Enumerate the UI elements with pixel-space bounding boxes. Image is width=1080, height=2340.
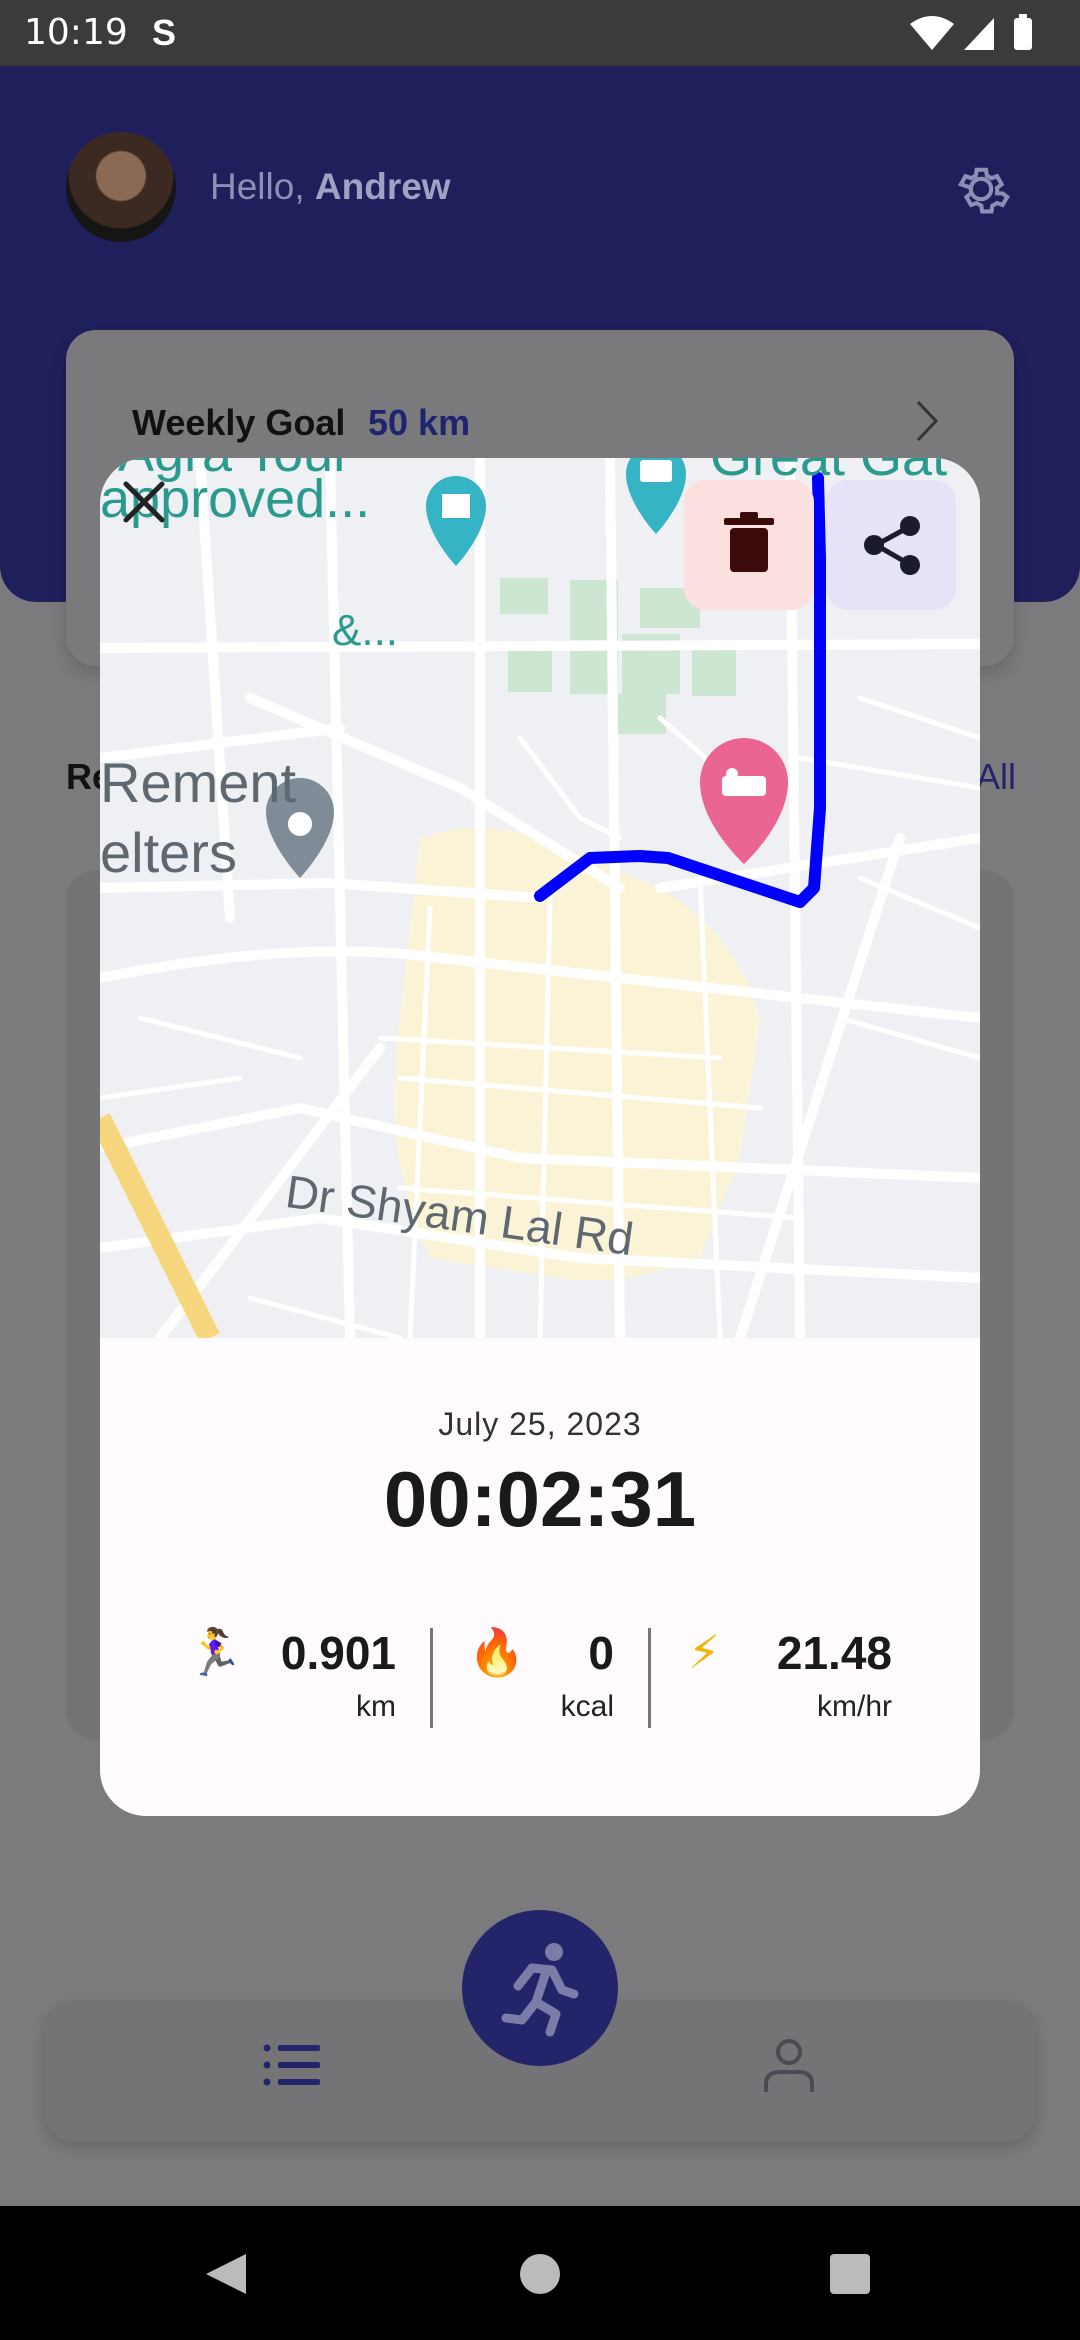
system-navigation-bar: [0, 2206, 1080, 2340]
home-icon[interactable]: [520, 2254, 560, 2294]
distance-stat: 🏃‍♀️ 0.901 km: [186, 1624, 396, 1744]
speed-value: 21.48: [776, 1627, 892, 1679]
runner-icon: 🏃‍♀️: [186, 1626, 244, 1678]
route-map[interactable]: Agra Tour approved... &... Great Gat Rem…: [100, 458, 980, 1338]
calories-unit: kcal: [560, 1690, 614, 1723]
calories-value: 0: [588, 1627, 614, 1679]
activity-date: July 25, 2023: [438, 1406, 642, 1442]
distance-value: 0.901: [280, 1627, 396, 1679]
map-label-rement: Rement: [100, 751, 297, 814]
user-name: Andrew: [314, 166, 451, 207]
speed-unit: km/hr: [817, 1690, 892, 1723]
weekly-goal-label: Weekly Goal: [132, 402, 346, 443]
greeting-prefix: Hello,: [210, 166, 315, 207]
map-label-amp: &...: [332, 606, 399, 655]
status-bar: 10:19 S: [0, 0, 1080, 66]
stat-divider: [648, 1628, 651, 1728]
share-icon: [864, 516, 920, 575]
share-button[interactable]: [826, 480, 956, 610]
avatar[interactable]: [66, 132, 176, 242]
fire-icon: 🔥: [468, 1626, 526, 1678]
lightning-icon: ⚡: [688, 1626, 721, 1678]
running-icon: [501, 1943, 579, 2037]
chevron-right-icon[interactable]: [912, 396, 942, 446]
wifi-icon: [910, 16, 954, 50]
greeting-text: Hello, Andrew: [210, 166, 451, 208]
back-icon[interactable]: [206, 2254, 246, 2294]
close-icon[interactable]: [100, 458, 188, 546]
profile-icon[interactable]: [762, 2036, 816, 2094]
weekly-goal-value: 50 km: [368, 402, 471, 443]
map-label-elters: elters: [100, 821, 237, 884]
activity-duration: 00:02:31: [383, 1455, 697, 1543]
speed-stat: ⚡ 21.48 km/hr: [688, 1624, 892, 1744]
list-icon[interactable]: [262, 2040, 322, 2090]
gear-icon[interactable]: [946, 154, 1016, 224]
recents-icon[interactable]: [830, 2254, 870, 2294]
battery-icon: [1014, 18, 1032, 50]
delete-button[interactable]: [684, 480, 814, 610]
system-status-icons: [910, 14, 1032, 50]
see-all-link[interactable]: All: [976, 756, 1016, 798]
stat-divider: [430, 1628, 433, 1728]
activity-detail-dialog: Agra Tour approved... &... Great Gat Rem…: [100, 458, 980, 1816]
app-notification-icon: S: [152, 12, 177, 53]
calories-stat: 🔥 0 kcal: [468, 1624, 614, 1744]
signal-icon: [964, 18, 994, 50]
trash-icon: [724, 512, 774, 572]
distance-unit: km: [356, 1690, 396, 1723]
status-time: 10:19: [24, 12, 128, 53]
start-run-button[interactable]: [462, 1910, 618, 2066]
